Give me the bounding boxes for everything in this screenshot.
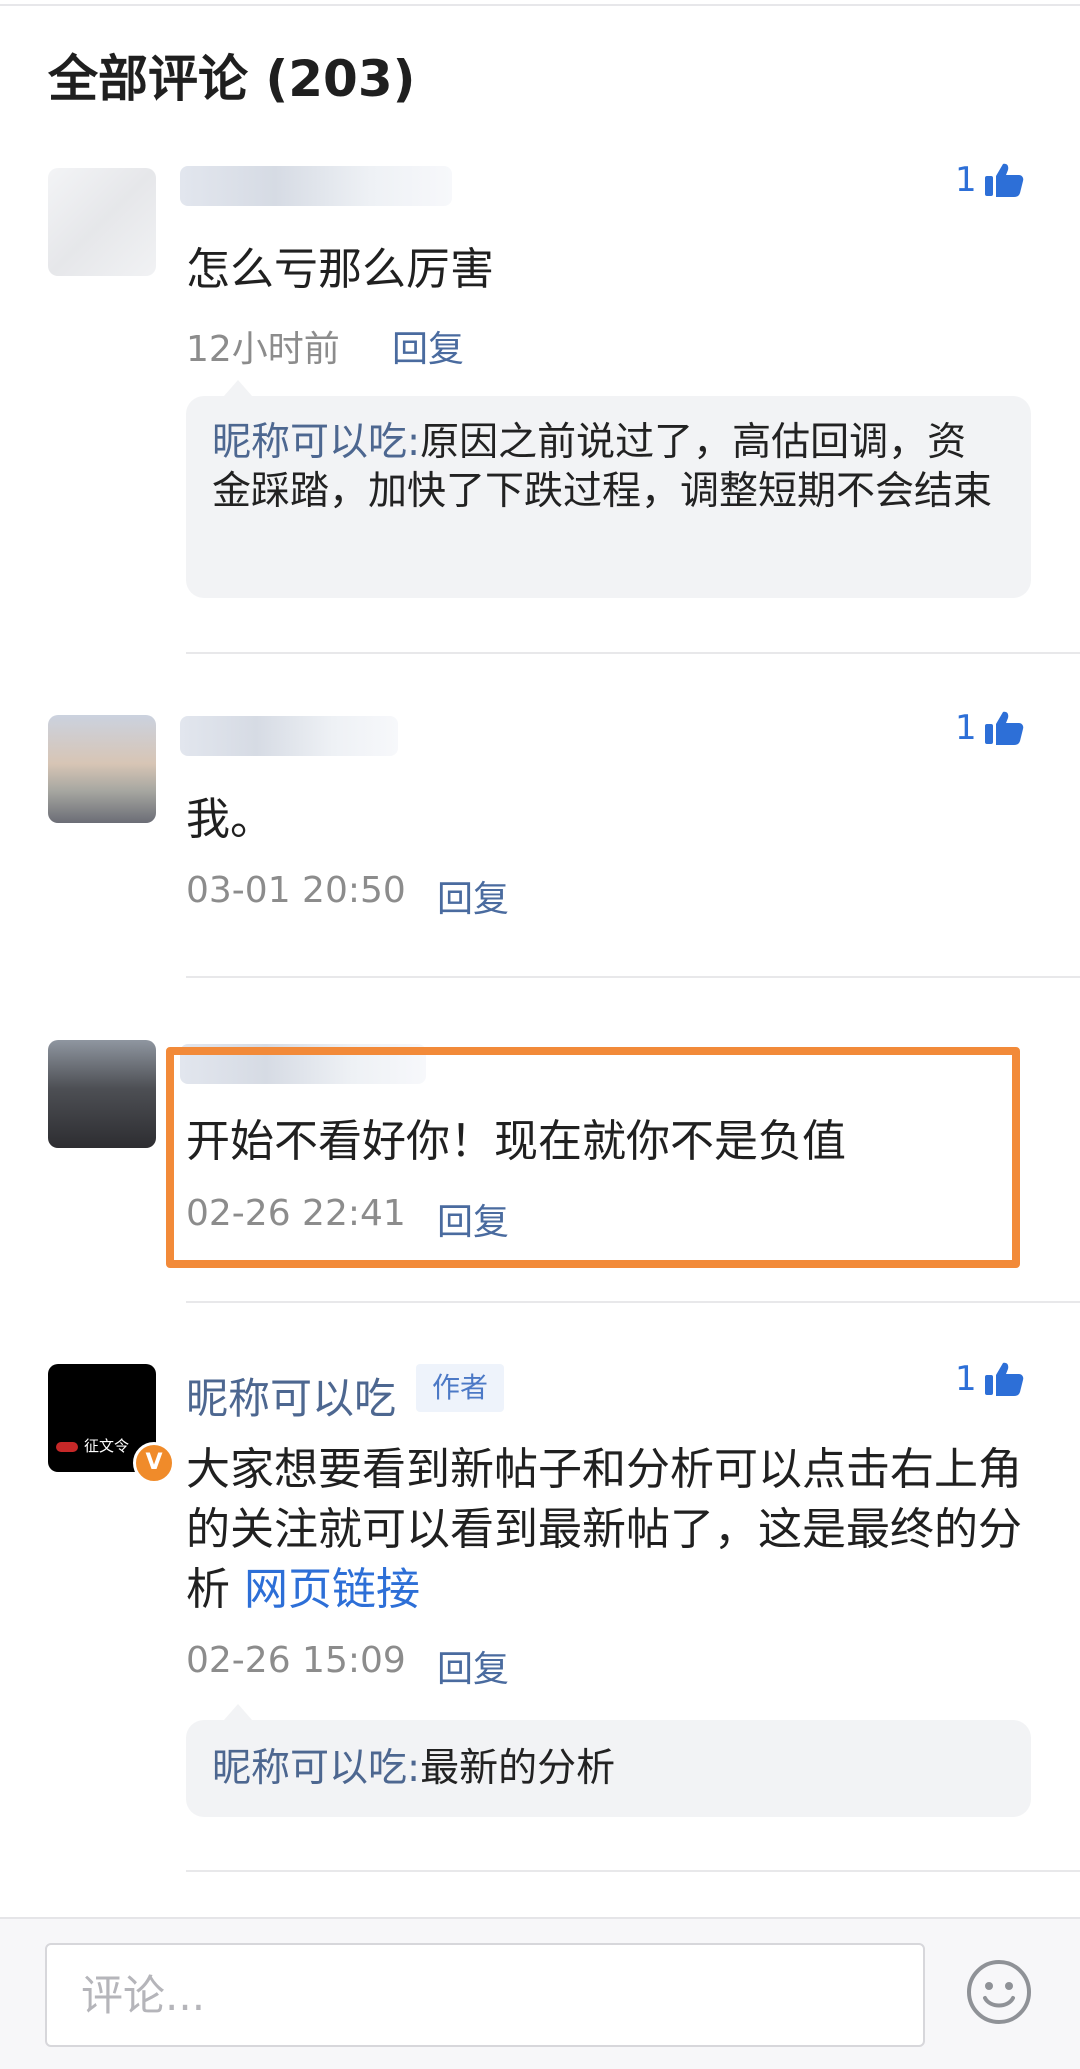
comment-divider [186, 976, 1080, 978]
reply-thread: 昵称可以吃:原因之前说过了，高估回调，资金踩踏，加快了下跌过程，调整短期不会结束 [186, 380, 1031, 598]
comment-text: 怎么亏那么厉害 [186, 244, 494, 295]
reply-text: 最新的分析 [420, 1746, 616, 1791]
reply-button[interactable]: 回复 [437, 870, 509, 922]
comment-time: 03-01 20:50 [186, 870, 406, 911]
comments-page: 全部评论 (203) 1 怎么亏那么厉害 12小时前 回复 昵称可以吃:原因之前… [0, 0, 1080, 2069]
bottom-comment-bar [0, 1917, 1080, 2069]
verified-badge: V [133, 1442, 175, 1484]
web-link[interactable]: 网页链接 [244, 1564, 420, 1615]
thumbs-up-icon[interactable] [984, 710, 1024, 746]
comment-input[interactable] [45, 1943, 925, 2047]
avatar[interactable] [48, 1040, 156, 1148]
emoji-icon[interactable] [965, 1958, 1033, 2026]
reply-button[interactable]: 回复 [392, 320, 464, 372]
reply-item[interactable]: 昵称可以吃:原因之前说过了，高估回调，资金踩踏，加快了下跌过程，调整短期不会结束 [212, 418, 1005, 516]
comment-time: 12小时前 [186, 329, 340, 370]
reply-item[interactable]: 昵称可以吃:最新的分析 [212, 1744, 1005, 1793]
thumbs-up-icon[interactable] [984, 162, 1024, 198]
brand-text: 征文令 [84, 1437, 130, 1455]
section-title: 全部评论 (203) [48, 50, 416, 108]
reply-author[interactable]: 昵称可以吃: [212, 420, 420, 465]
brand-mark [56, 1441, 78, 1452]
reply-thread: 昵称可以吃:最新的分析 [186, 1704, 1031, 1817]
comment-time: 02-26 15:09 [186, 1640, 406, 1681]
reply-author[interactable]: 昵称可以吃: [212, 1746, 420, 1791]
username-blurred [180, 166, 452, 206]
highlight-box [166, 1047, 1020, 1268]
comment-author[interactable]: 昵称可以吃 [186, 1365, 396, 1426]
reply-button[interactable]: 回复 [437, 1640, 509, 1692]
comment-divider [186, 652, 1080, 654]
avatar[interactable] [48, 715, 156, 823]
username-blurred [180, 716, 398, 756]
author-badge: 作者 [416, 1364, 504, 1412]
reply-caret [224, 380, 252, 396]
thumbs-up-icon[interactable] [984, 1361, 1024, 1397]
like-count: 1 [955, 160, 977, 200]
comment-text: 我。 [186, 794, 274, 845]
reply-caret [224, 1704, 252, 1720]
top-divider [0, 4, 1080, 6]
comment-divider [186, 1870, 1080, 1872]
like-count: 1 [955, 708, 977, 748]
like-count: 1 [955, 1359, 977, 1399]
avatar[interactable] [48, 168, 156, 276]
comment-text: 大家想要看到新帖子和分析可以点击右上角的关注就可以看到最新帖了，这是最终的分析 … [186, 1440, 1046, 1620]
comment-divider [186, 1301, 1080, 1303]
